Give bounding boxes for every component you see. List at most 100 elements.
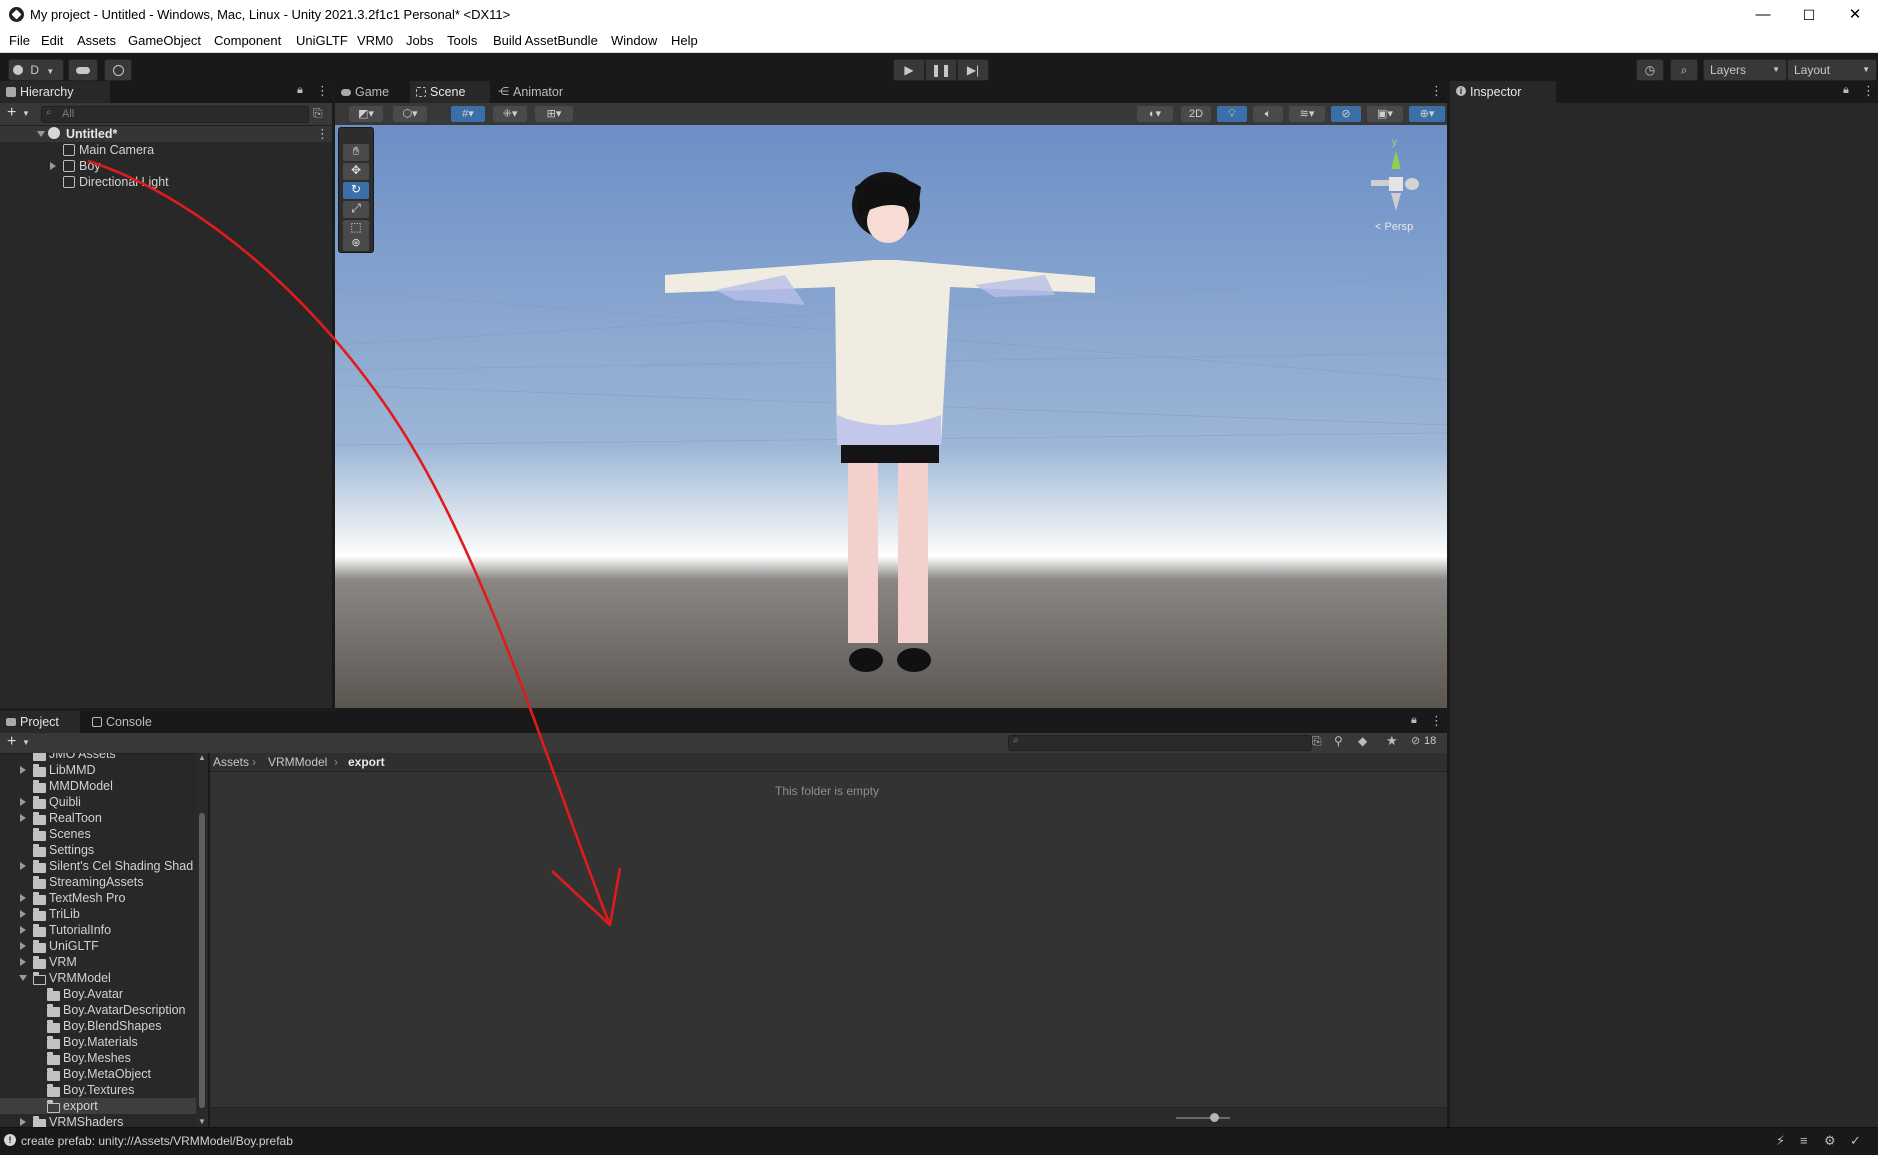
axis-y-cone[interactable] — [1391, 151, 1401, 169]
grid-snap-toggle[interactable]: #▾ — [451, 106, 485, 122]
layout-dropdown[interactable]: Layout ▼ — [1787, 59, 1877, 81]
cache-server-icon[interactable]: ≡ — [1800, 1133, 1808, 1148]
folder-tree-item[interactable]: Boy.Textures — [0, 1082, 196, 1098]
shading-mode-dropdown[interactable]: ◐▾ — [1137, 106, 1173, 122]
folder-tree-item[interactable]: StreamingAssets — [0, 874, 196, 890]
kebab-menu-icon[interactable]: ⋮ — [316, 126, 329, 142]
axis-z-cone[interactable] — [1371, 180, 1389, 186]
menu-build-assetbundle[interactable]: Build AssetBundle — [493, 33, 598, 48]
menu-help[interactable]: Help — [671, 33, 698, 48]
folder-tree-item[interactable]: Scenes — [0, 826, 196, 842]
increment-snap-dropdown[interactable]: ⁜▾ — [493, 106, 527, 122]
folder-tree-item[interactable]: Boy.Meshes — [0, 1050, 196, 1066]
scene-orientation-gizmo[interactable]: y < Persp — [1355, 135, 1435, 233]
tree-scrollbar-thumb[interactable] — [199, 813, 205, 1108]
expand-arrow-icon[interactable] — [20, 958, 26, 966]
expand-arrow-icon[interactable] — [20, 1118, 26, 1126]
menu-file[interactable]: File — [9, 33, 30, 48]
folder-tree-item[interactable]: VRM — [0, 954, 196, 970]
grid-visibility-dropdown[interactable]: ⊞▾ — [535, 106, 573, 122]
gizmo-cube[interactable] — [1389, 177, 1403, 191]
expand-arrow-icon[interactable] — [20, 862, 26, 870]
folder-tree-item[interactable]: RealToon — [0, 810, 196, 826]
minimize-button[interactable]: — — [1740, 0, 1786, 30]
play-button[interactable]: ▶ — [893, 59, 925, 81]
layers-dropdown[interactable]: Layers ▼ — [1703, 59, 1787, 81]
kebab-menu-icon[interactable]: ⋮ — [316, 83, 329, 99]
filter-by-type-icon[interactable]: ⚲ — [1334, 734, 1343, 748]
gizmos-dropdown[interactable]: ⊕▾ — [1409, 106, 1445, 122]
status-message[interactable]: create prefab: unity://Assets/VRMModel/B… — [21, 1134, 293, 1148]
icon-size-slider[interactable] — [1176, 1117, 1230, 1119]
project-content-area[interactable]: Assets › VRMModel › export This folder i… — [210, 753, 1447, 1128]
rotate-tool-icon[interactable]: ↻ — [343, 182, 369, 199]
draw-mode-dropdown[interactable]: ◩▾ — [349, 106, 383, 122]
lock-icon[interactable]: 🔒︎ — [1843, 84, 1849, 97]
transform-tool-icon[interactable]: ⊛ — [343, 236, 369, 251]
tab-animator[interactable]: ⋲ Animator — [493, 81, 593, 103]
pause-button[interactable]: ❚❚ — [925, 59, 957, 81]
expand-arrow-icon[interactable] — [20, 942, 26, 950]
folder-tree-item[interactable]: Boy.BlendShapes — [0, 1018, 196, 1034]
menu-jobs[interactable]: Jobs — [406, 33, 433, 48]
projection-toggle[interactable]: < Persp — [1375, 221, 1413, 233]
tab-scene[interactable]: Scene — [410, 81, 490, 103]
menu-component[interactable]: Component — [214, 33, 281, 48]
scene-viewport[interactable]: ✋︎ ✥ ↻ ⤢ ⬚ ⊛ y < Persp — [335, 125, 1447, 708]
scene-visibility-toggle[interactable]: ⊘ — [1331, 106, 1361, 122]
tab-project[interactable]: Project — [0, 711, 80, 733]
kebab-menu-icon[interactable]: ⋮ — [1430, 83, 1443, 99]
search-by-type-icon[interactable]: ⎘ — [1312, 734, 1322, 749]
folder-tree-item[interactable]: export — [0, 1098, 196, 1114]
hierarchy-item[interactable]: Boy — [0, 158, 332, 174]
collab-button[interactable] — [104, 59, 132, 81]
chevron-down-icon[interactable]: ▼ — [22, 738, 30, 747]
lock-icon[interactable]: 🔒︎ — [297, 84, 303, 97]
folder-tree-item[interactable]: Silent's Cel Shading Shad — [0, 858, 196, 874]
folder-tree-item[interactable]: Quibli — [0, 794, 196, 810]
expand-arrow-icon[interactable] — [20, 766, 26, 774]
move-tool-icon[interactable]: ✥ — [343, 163, 369, 180]
expand-arrow-icon[interactable] — [37, 131, 45, 137]
folder-tree-item[interactable]: Settings — [0, 842, 196, 858]
folder-tree-item[interactable]: TutorialInfo — [0, 922, 196, 938]
hierarchy-item[interactable]: Main Camera — [0, 142, 332, 158]
hierarchy-search-input[interactable]: ⌕ All — [41, 106, 309, 123]
scale-tool-icon[interactable]: ⤢ — [343, 201, 369, 218]
folder-tree-item[interactable]: TriLib — [0, 906, 196, 922]
menu-tools[interactable]: Tools — [447, 33, 477, 48]
icon-size-slider-thumb[interactable] — [1210, 1113, 1219, 1122]
kebab-menu-icon[interactable]: ⋮ — [1430, 713, 1443, 729]
scroll-up-icon[interactable]: ▲ — [198, 753, 206, 762]
expand-arrow-icon[interactable] — [20, 798, 26, 806]
collapse-arrow-icon[interactable] — [19, 975, 27, 981]
rect-tool-icon[interactable]: ⬚ — [343, 220, 369, 237]
expand-arrow-icon[interactable] — [20, 894, 26, 902]
axis-x-cone[interactable] — [1405, 178, 1419, 190]
expand-arrow-icon[interactable] — [20, 910, 26, 918]
menu-edit[interactable]: Edit — [41, 33, 63, 48]
add-object-button[interactable]: + — [7, 104, 16, 122]
expand-arrow-icon[interactable] — [50, 162, 56, 170]
expand-arrow-icon[interactable] — [20, 814, 26, 822]
menu-assets[interactable]: Assets — [77, 33, 116, 48]
folder-tree-item[interactable]: TextMesh Pro — [0, 890, 196, 906]
hidden-packages-icon[interactable]: ⊘ — [1411, 734, 1420, 747]
step-button[interactable]: ▶| — [957, 59, 989, 81]
menu-unigltf[interactable]: UniGLTF — [296, 33, 348, 48]
folder-tree-item[interactable]: Boy.Materials — [0, 1034, 196, 1050]
maximize-button[interactable]: ☐ — [1786, 0, 1832, 30]
folder-tree-item[interactable]: JMO Assets — [0, 753, 196, 762]
effects-dropdown[interactable]: ≋▾ — [1289, 106, 1325, 122]
axis-neg-y-cone[interactable] — [1391, 193, 1401, 211]
scene-row[interactable]: Untitled* ⋮ — [0, 126, 332, 142]
cloud-button[interactable] — [68, 59, 98, 81]
create-asset-button[interactable]: + — [7, 733, 16, 751]
tab-hierarchy[interactable]: Hierarchy — [0, 81, 110, 103]
folder-tree-item[interactable]: LibMMD — [0, 762, 196, 778]
label-icon[interactable]: ◆ — [1358, 734, 1367, 748]
tab-console[interactable]: Console — [86, 711, 178, 733]
lighting-toggle[interactable]: 💡︎ — [1217, 106, 1247, 122]
lock-icon[interactable]: 🔒︎ — [1411, 714, 1417, 727]
folder-tree-item[interactable]: Boy.Avatar — [0, 986, 196, 1002]
